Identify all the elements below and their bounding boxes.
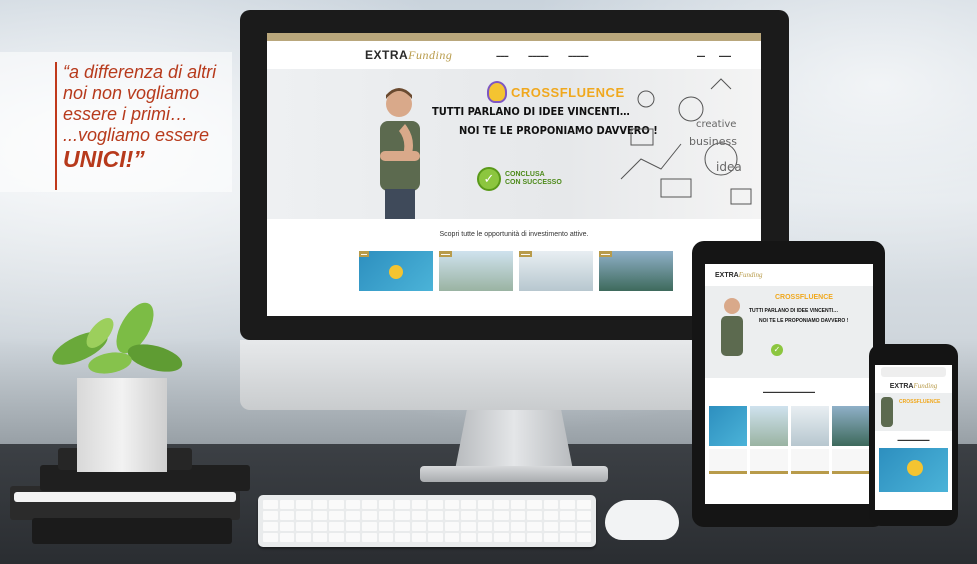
tablet-crossfluence-title: CROSSFLUENCE xyxy=(775,294,833,301)
site-logo[interactable]: EXTRAFunding xyxy=(365,48,452,63)
tablet-hero-person-image xyxy=(721,298,743,356)
card-3-label: ▬▬▬ xyxy=(519,251,532,257)
logo-script-text: Funding xyxy=(408,47,453,62)
nav-item-2[interactable]: ▬▬▬▬▬ xyxy=(528,53,548,58)
desktop-website-screen: EXTRAFunding ▬▬▬ ▬▬▬▬▬ ▬▬▬▬▬ ▬▬ ▬▬▬ CROS… xyxy=(267,33,761,316)
tablet-website-screen: EXTRA Funding CROSSFLUENCE TUTTI PARLANO… xyxy=(705,264,873,504)
imac-stand-base xyxy=(420,466,608,482)
doodle-word-business: business xyxy=(689,135,737,148)
hero-person-image xyxy=(380,88,420,219)
project-card-2[interactable]: ▬▬▬ xyxy=(439,251,513,291)
tablet-logo-main: EXTRA xyxy=(715,271,739,279)
phone-logo: EXTRAFunding xyxy=(875,379,952,393)
tablet-hero: CROSSFLUENCE TUTTI PARLANO DI IDEE VINCE… xyxy=(705,286,873,378)
project-card-4[interactable]: ▬▬▬ xyxy=(599,251,673,291)
success-badge: ✓ CONCLUSA CON SUCCESSO xyxy=(477,167,562,191)
tablet-card-3[interactable] xyxy=(791,406,829,446)
card-4-label: ▬▬▬ xyxy=(599,251,612,257)
card-2-label: ▬▬▬ xyxy=(439,251,452,257)
project-card-3[interactable]: ▬▬▬ xyxy=(519,251,593,291)
phone-logo-main: EXTRA xyxy=(889,383,914,390)
site-nav-menu: ▬▬▬ ▬▬▬▬▬ ▬▬▬▬▬ xyxy=(496,53,588,58)
nav-item-1[interactable]: ▬▬▬ xyxy=(496,53,508,58)
phone-hero-person-image xyxy=(881,397,893,427)
opportunities-cta-text: Scopri tutte le opportunità di investime… xyxy=(439,231,589,238)
phone-cta-line: ▬▬▬▬▬▬▬▬ xyxy=(897,437,930,442)
tablet-card-2[interactable] xyxy=(750,406,788,446)
quote-line-4: ...vogliamo essere xyxy=(63,125,210,145)
project-card-1[interactable]: ▬▬ xyxy=(359,251,433,291)
site-navbar: EXTRAFunding ▬▬▬ ▬▬▬▬▬ ▬▬▬▬▬ ▬▬ ▬▬▬ xyxy=(267,41,761,69)
quote-line-2: noi non vogliamo xyxy=(63,83,200,103)
tablet-card-1[interactable] xyxy=(709,406,747,446)
tablet-cards xyxy=(705,406,873,446)
project-cards: ▬▬ ▬▬▬ ▬▬▬ ▬▬▬ xyxy=(267,251,761,291)
tablet-tagline-1: TUTTI PARLANO DI IDEE VINCENTI… xyxy=(749,308,839,314)
tablet-card-4[interactable] xyxy=(832,406,870,446)
book-bottom-pages xyxy=(14,492,236,502)
card-1-label: ▬▬ xyxy=(359,251,369,257)
tablet-card-footers xyxy=(705,449,873,474)
phone-address-bar[interactable] xyxy=(881,367,946,377)
plant-leaves xyxy=(52,302,183,374)
quote-text: “a differenza di altri noi non vogliamo … xyxy=(63,62,233,172)
nav-item-3[interactable]: ▬▬▬▬▬ xyxy=(568,53,588,58)
book-lower-left xyxy=(32,518,232,544)
quote-line-3: essere i primi… xyxy=(63,104,189,124)
imac-stand-neck xyxy=(455,410,573,470)
login-link[interactable]: ▬▬ xyxy=(697,53,705,58)
badge-line-1: CONCLUSA xyxy=(505,171,545,178)
tablet-checkmark-icon: ✓ xyxy=(771,344,783,356)
doodle-word-idea: idea xyxy=(716,160,742,174)
phone-website-screen: EXTRAFunding CROSSFLUENCE ▬▬▬▬▬▬▬▬ xyxy=(875,365,952,510)
tablet-cta-line: ▬▬▬▬▬▬▬▬▬▬▬▬▬ xyxy=(763,389,815,394)
quote-accent-bar xyxy=(55,62,57,190)
tablet-card-footer-3 xyxy=(791,449,829,474)
business-doodles-image: creative business idea xyxy=(620,78,752,205)
quote-line-1: “a differenza di altri xyxy=(63,62,217,82)
card-1-bulb-icon xyxy=(389,265,403,279)
tablet-navbar: EXTRA Funding xyxy=(705,264,873,286)
tablet-tagline-2: NOI TE LE PROPONIAMO DAVVERO ! xyxy=(759,318,849,324)
mouse xyxy=(605,500,679,540)
tablet-card-footer-2 xyxy=(750,449,788,474)
site-top-bar xyxy=(267,33,761,41)
site-hero: CROSSFLUENCE TUTTI PARLANO DI IDEE VINCE… xyxy=(267,69,761,219)
plant-pot xyxy=(77,378,167,472)
site-nav-account: ▬▬ ▬▬▬ xyxy=(697,53,731,58)
lightbulb-icon xyxy=(487,81,507,103)
phone-card-bulb-icon xyxy=(907,460,923,476)
tablet-logo-script: Funding xyxy=(738,271,763,279)
register-link[interactable]: ▬▬▬ xyxy=(719,53,731,58)
checkmark-icon: ✓ xyxy=(477,167,501,191)
phone-crossfluence-title: CROSSFLUENCE xyxy=(899,399,941,405)
tablet-card-footer-4 xyxy=(832,449,870,474)
doodle-word-creative: creative xyxy=(696,119,736,130)
phone-hero: CROSSFLUENCE xyxy=(875,393,952,431)
keyboard-keys xyxy=(263,500,591,542)
logo-main-text: EXTRA xyxy=(365,47,409,62)
phone-logo-script: Funding xyxy=(913,382,938,390)
success-badge-text: CONCLUSA CON SUCCESSO xyxy=(505,171,562,187)
badge-line-2: CON SUCCESSO xyxy=(505,179,562,186)
keyboard xyxy=(258,495,596,547)
tablet-card-footer-1 xyxy=(709,449,747,474)
phone-card[interactable] xyxy=(879,448,948,492)
quote-line-5: UNICI!” xyxy=(63,146,145,172)
